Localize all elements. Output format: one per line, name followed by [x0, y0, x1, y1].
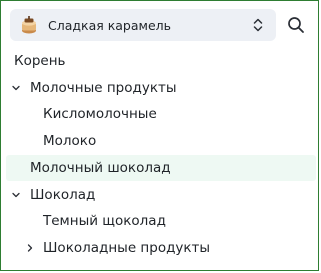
tree-item-label: Молочный шоколад: [30, 160, 171, 176]
chevron-down-icon[interactable]: [11, 190, 21, 200]
chevron-up-down-icon: [252, 17, 264, 33]
tree-item-root[interactable]: Корень: [6, 48, 316, 74]
tree-item-milk[interactable]: Молоко: [6, 128, 316, 154]
tree-item-label: Молочные продукты: [30, 80, 177, 96]
tree-item-label: Корень: [14, 53, 66, 69]
tree-item-label: Молоко: [43, 133, 97, 149]
tree-item-dairy-products[interactable]: Молочные продукты: [6, 75, 316, 101]
caramel-jar-icon: [19, 15, 39, 35]
tree-item-label: Шоколад: [30, 187, 96, 203]
search-button[interactable]: [285, 14, 307, 36]
tree-item-label: Темный щоколад: [43, 213, 166, 229]
chevron-right-icon[interactable]: [25, 243, 35, 253]
tree-item-label: Кисломолочные: [43, 106, 157, 122]
store-selector[interactable]: Сладкая карамель: [10, 9, 276, 41]
tree-item-fermented-milk[interactable]: Кисломолочные: [6, 101, 316, 127]
search-icon: [287, 16, 305, 34]
chevron-down-icon[interactable]: [11, 83, 21, 93]
tree-item-chocolate[interactable]: Шоколад: [6, 182, 316, 208]
tree-item-dark-chocolate[interactable]: Темный щоколад: [6, 208, 316, 234]
tree-item-chocolate-products[interactable]: Шоколадные продукты: [6, 235, 316, 261]
category-tree-panel: Сладкая карамель Корень Молочные продукт…: [0, 0, 319, 271]
store-selector-label: Сладкая карамель: [48, 17, 172, 33]
tree-item-milk-chocolate[interactable]: Молочный шоколад: [6, 155, 316, 181]
tree-item-label: Шоколадные продукты: [43, 240, 211, 256]
